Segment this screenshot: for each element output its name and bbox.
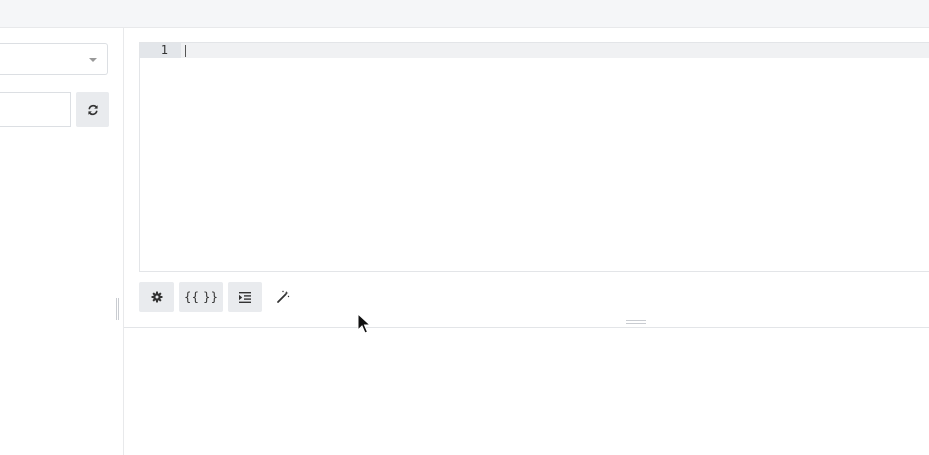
indent-button[interactable] xyxy=(228,282,262,312)
datasource-select[interactable] xyxy=(0,43,108,75)
caret-down-icon xyxy=(89,58,97,62)
top-bar xyxy=(0,0,929,28)
vertical-resize-handle[interactable] xyxy=(116,298,119,320)
left-panel xyxy=(0,28,124,455)
magic-wand-icon xyxy=(277,290,290,303)
gear-icon xyxy=(151,291,162,303)
output-pane xyxy=(124,328,929,455)
text-input[interactable] xyxy=(0,92,71,127)
template-braces-button[interactable]: {{ }} xyxy=(179,282,223,312)
horizontal-resize-handle[interactable] xyxy=(626,320,646,324)
line-number: 1 xyxy=(160,43,168,57)
code-editor[interactable]: 1 xyxy=(139,42,929,272)
active-line xyxy=(140,43,929,58)
magic-wand-button[interactable] xyxy=(272,286,294,308)
refresh-button[interactable] xyxy=(76,92,109,127)
text-cursor xyxy=(185,45,186,57)
indent-icon xyxy=(239,291,251,303)
settings-button[interactable] xyxy=(139,282,174,312)
refresh-icon xyxy=(87,104,98,115)
